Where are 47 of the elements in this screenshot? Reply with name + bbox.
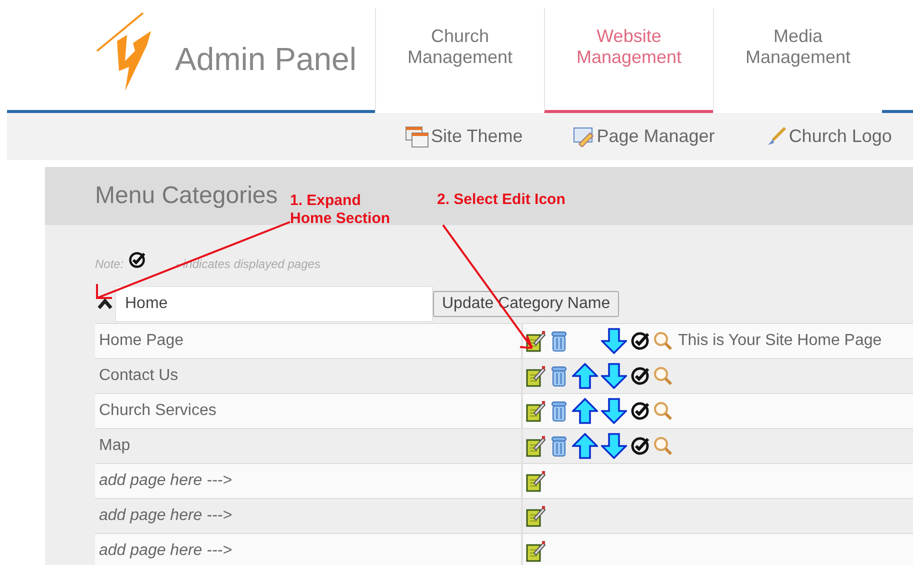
nav-tab[interactable]: Media Management [713,8,882,113]
category-name-field[interactable]: Home [115,286,433,322]
windows-icon [405,126,429,148]
page-name: Contact Us [99,367,178,385]
edit-icon[interactable] [526,470,546,492]
edit-icon[interactable] [526,330,546,352]
check-circle-icon[interactable] [630,366,650,386]
page-name: Home Page [99,332,184,350]
down-arrow-icon[interactable] [601,398,627,424]
subnav-link[interactable]: Church Logo [764,126,892,147]
down-arrow-icon[interactable] [601,328,627,354]
subnav-link[interactable]: Site Theme [405,126,523,148]
check-circle-icon[interactable] [630,331,650,351]
subnav-link[interactable]: Page Manager [572,126,715,147]
down-arrow-icon[interactable] [601,433,627,459]
update-button[interactable]: Update Category Name [433,291,620,317]
annotation-text: 2. Select Edit Icon [437,191,566,209]
page-name: add page here ---> [99,542,232,560]
down-arrow-icon[interactable] [601,363,627,389]
page-edit-icon [572,126,595,146]
page-name: Church Services [99,402,216,420]
check-circle-icon[interactable] [630,436,650,456]
trash-icon[interactable] [549,330,569,352]
note-label: Note: [95,257,124,271]
up-arrow-icon[interactable] [572,398,598,424]
edit-icon[interactable] [526,365,546,387]
collapse-toggle[interactable] [95,298,115,310]
trash-icon[interactable] [549,365,569,387]
page-info: This is Your Site Home Page [678,332,882,350]
trash-icon[interactable] [549,400,569,422]
nav-tab[interactable]: Church Management [375,8,544,113]
check-circle-icon [128,251,146,269]
edit-icon[interactable] [526,540,546,562]
up-arrow-icon[interactable] [572,363,598,389]
check-circle-icon[interactable] [630,401,650,421]
page-name: Map [99,437,130,455]
up-arrow-icon[interactable] [572,433,598,459]
edit-icon[interactable] [526,505,546,527]
app-title: Admin Panel [175,40,356,78]
section-title: Menu Categories [95,182,278,210]
nav-tab[interactable]: Website Management [544,8,713,113]
edit-icon[interactable] [526,435,546,457]
page-name: add page here ---> [99,507,232,525]
trash-icon[interactable] [549,435,569,457]
edit-icon[interactable] [526,400,546,422]
page-name: add page here ---> [99,472,232,490]
annotation-text: 1. Expand Home Section [290,192,390,228]
